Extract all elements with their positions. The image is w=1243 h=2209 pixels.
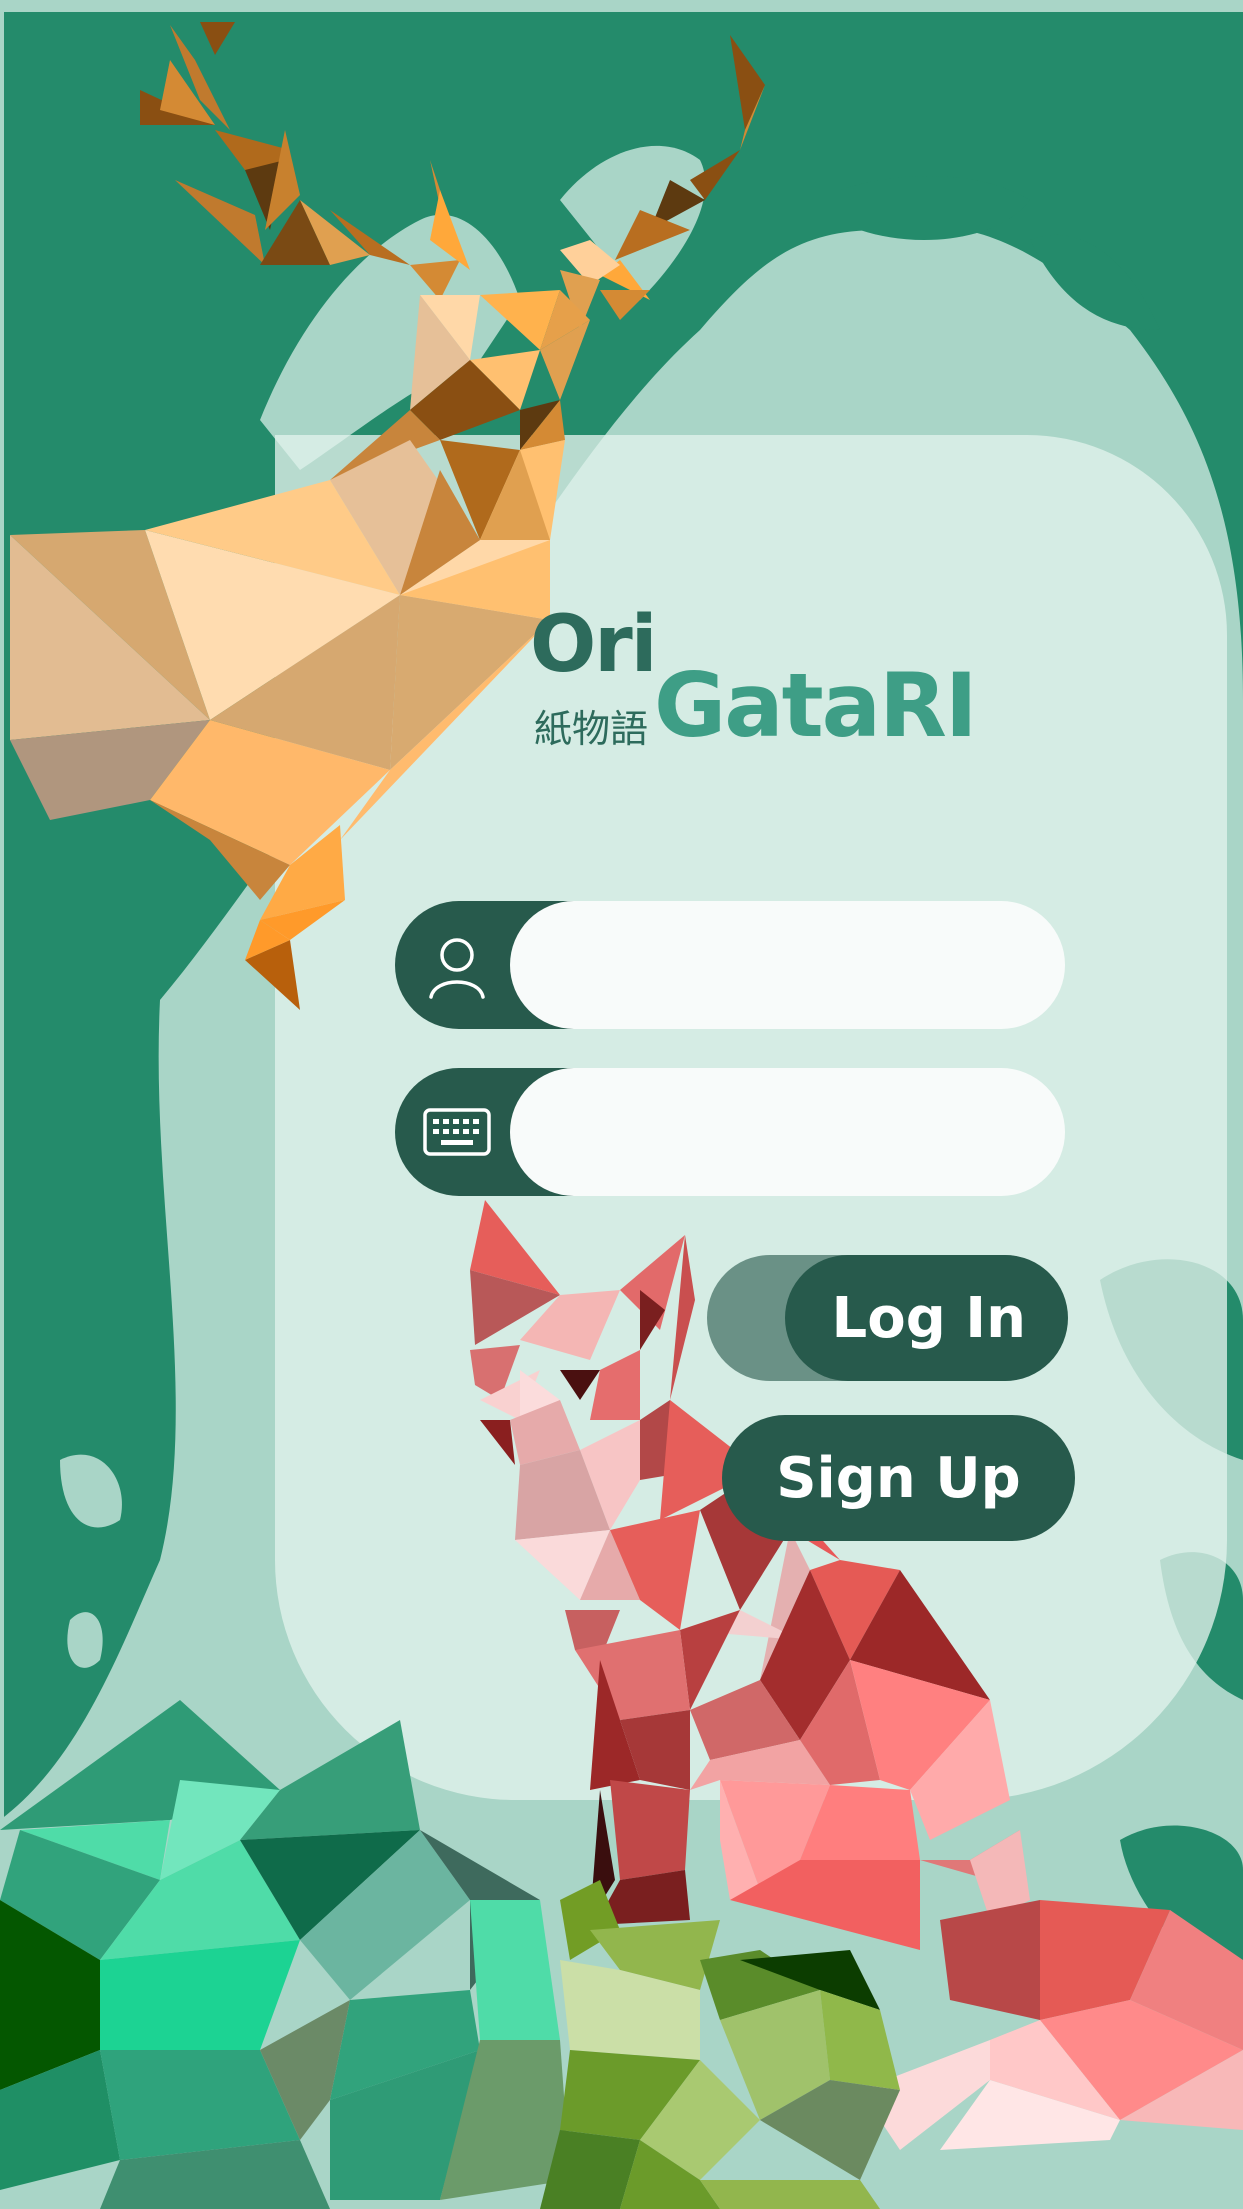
signup-button[interactable]: Sign Up	[722, 1415, 1075, 1541]
user-icon	[417, 925, 497, 1005]
username-field-group	[395, 901, 1067, 1029]
logo-ori-text: Ori	[530, 600, 658, 690]
login-button[interactable]: Log In	[785, 1255, 1068, 1381]
logo-gatari-text: GataRI	[654, 654, 978, 757]
keyboard-icon	[417, 1092, 497, 1172]
password-field-group	[395, 1068, 1067, 1196]
username-input[interactable]	[510, 901, 1065, 1029]
password-input[interactable]	[510, 1068, 1065, 1196]
app-logo: Ori 紙物語 GataRI	[530, 600, 978, 760]
logo-kanji-text: 紙物語	[534, 707, 649, 751]
